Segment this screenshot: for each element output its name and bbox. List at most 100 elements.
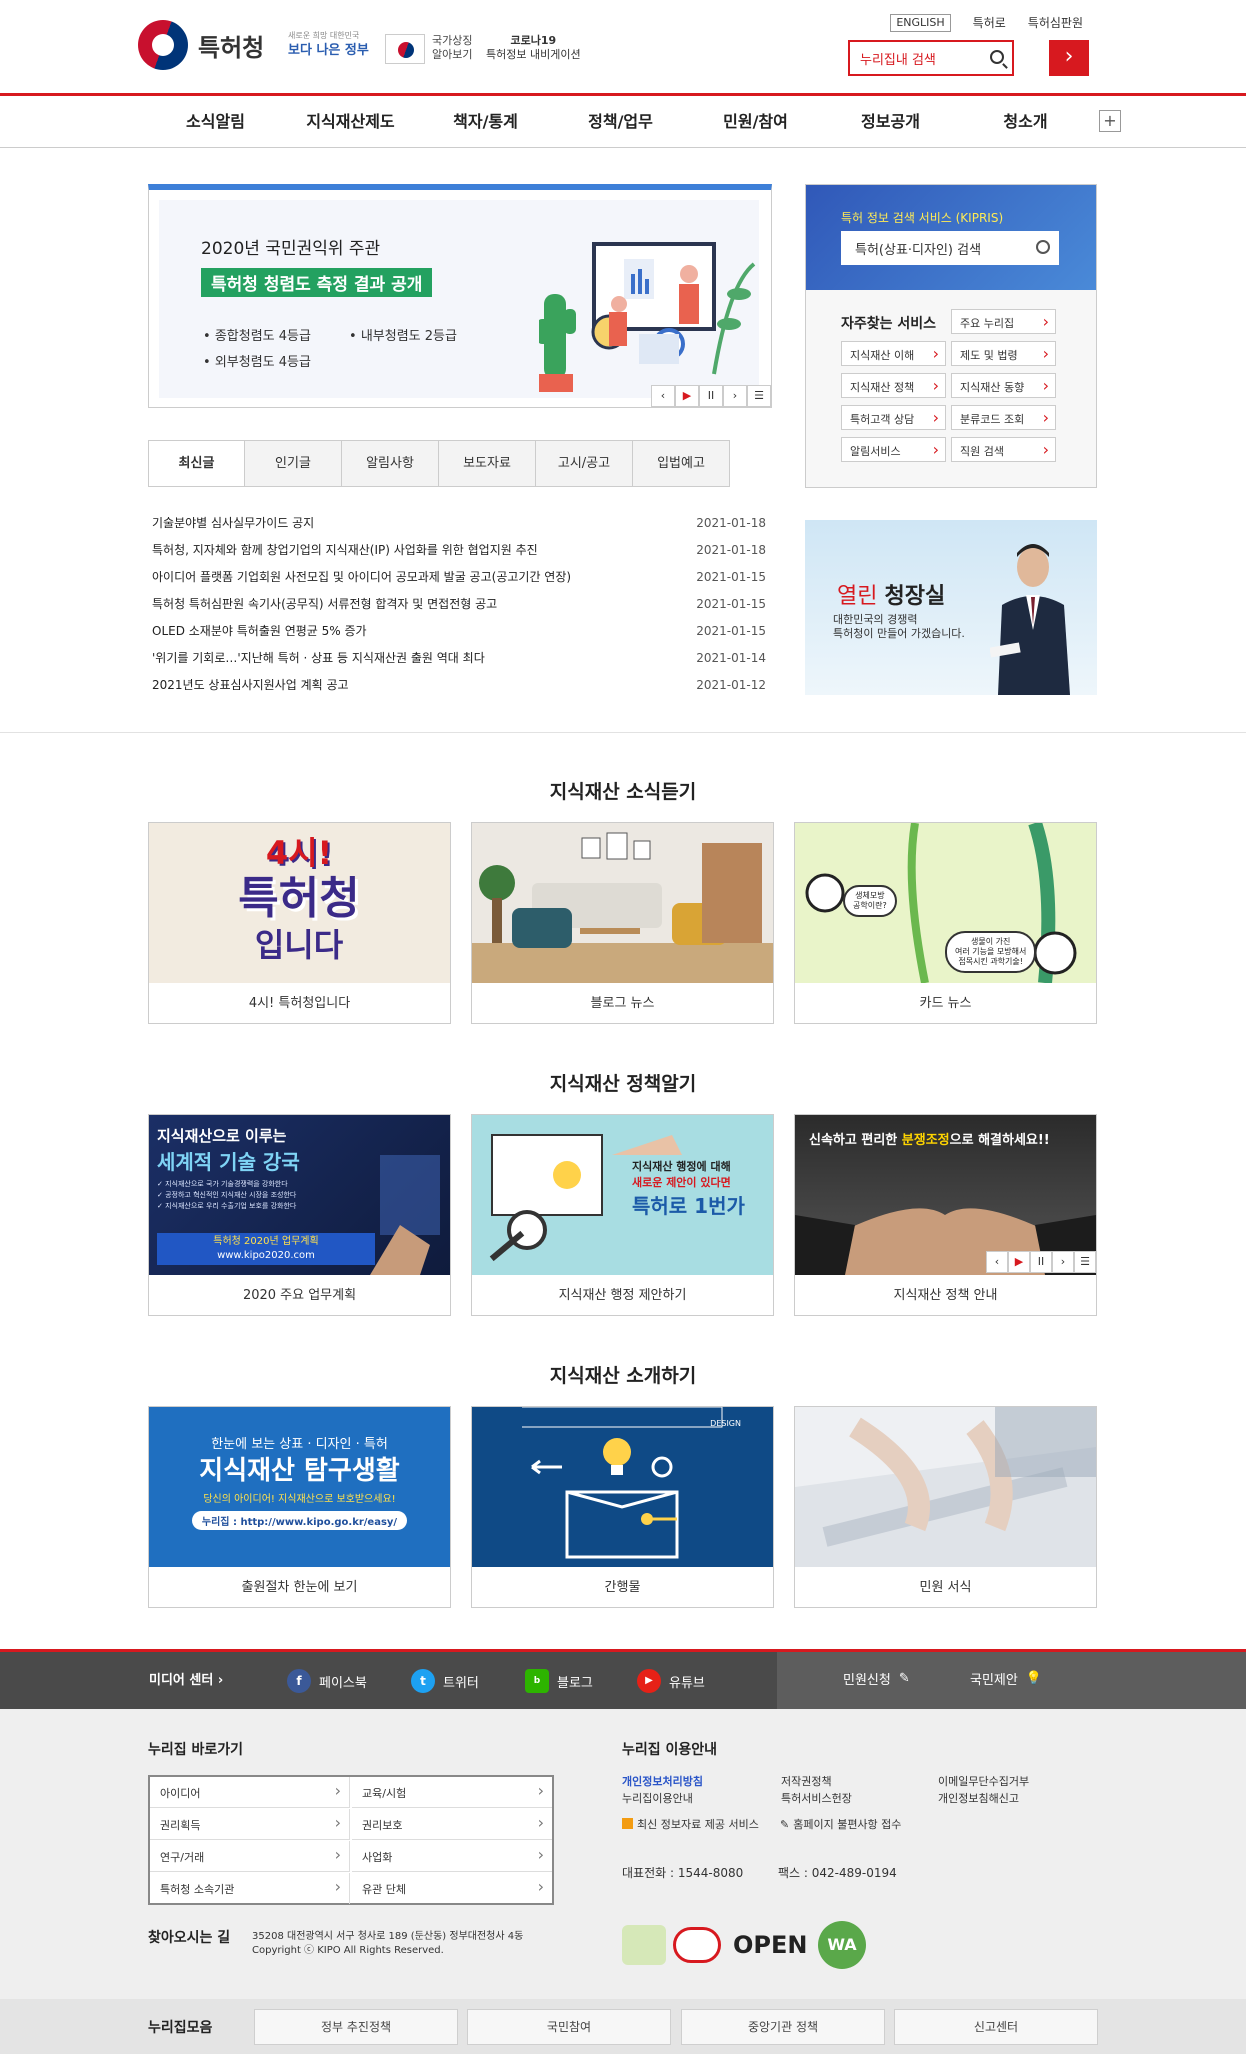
search-icon[interactable] [990,50,1004,64]
tab-press[interactable]: 보도자료 [439,440,536,487]
service-staff-search[interactable]: 직원 검색 [951,437,1056,462]
service-notification[interactable]: 알림서비스 [841,437,946,462]
privacy-report-link[interactable]: 개인정보침해신고 [938,1790,1019,1806]
email-refusal-link[interactable]: 이메일무단수집거부 [938,1773,1029,1789]
service-charter-link[interactable]: 특허서비스헌장 [781,1790,852,1806]
card-next-button[interactable]: › [1052,1251,1074,1273]
twitter-link[interactable]: t 트위터 [411,1669,479,1693]
kipris-search-input[interactable]: 특허(상표·디자인) 검색 [841,231,1059,265]
banner-next-button[interactable]: › [723,385,747,407]
card-publications[interactable]: DESIGN 간행물 [471,1406,774,1608]
news-title[interactable]: 특허청 특허심판원 속기사(공무직) 서류전형 합격자 및 면접전형 공고 [152,591,497,618]
national-symbol-link[interactable]: 국가상징 알아보기 [432,34,477,62]
tab-announcement[interactable]: 고시/공고 [536,440,633,487]
nav-civil[interactable]: 민원/참여 [688,96,823,148]
card-proposal[interactable]: 지식재산 행정에 대해 새로운 제안이 있다면 특허로 1번가 지식재산 행정 … [471,1114,774,1316]
banner-list-button[interactable]: ☰ [747,385,771,407]
news-title[interactable]: 특허청, 지자체와 함께 창업기업의 지식재산(IP) 사업화를 위한 협업지원… [152,537,538,564]
card-prev-button[interactable]: ‹ [986,1251,1008,1273]
central-policy-button[interactable]: 중앙기관 정책 [681,2009,885,2045]
card-blog-news[interactable]: 블로그 뉴스 [471,822,774,1024]
tab-popular[interactable]: 인기글 [245,440,342,487]
shortcut-education[interactable]: 교육/시험 [352,1777,552,1808]
card-4pm-kipo[interactable]: 4시! 특허청 입니다 4시! 특허청입니다 [148,822,451,1024]
banner-prev-button[interactable]: ‹ [651,385,675,407]
main-banner[interactable]: 2020년 국민권익위 주관 특허청 청렴도 측정 결과 공개 • 종합청렴도 … [148,184,772,408]
service-law[interactable]: 제도 및 법령 [951,341,1056,366]
national-flag-icon[interactable] [385,34,425,64]
news-title[interactable]: '위기를 기회로…'지난해 특허 · 상표 등 지식재산권 출원 역대 최다 [152,645,485,672]
nav-disclosure[interactable]: 정보공개 [823,96,958,148]
nav-news[interactable]: 소식알림 [148,96,283,148]
card-pause-button[interactable]: II [1030,1251,1052,1273]
site-search-input[interactable]: 누리집내 검색 [848,40,1014,76]
service-ip-understand[interactable]: 지식재산 이해 [841,341,946,366]
gov-slogan[interactable]: 새로운 희망 대한민국 보다 나은 정부 [288,28,369,58]
report-center-button[interactable]: 신고센터 [894,2009,1098,2045]
english-link[interactable]: ENGLISH [890,14,951,32]
covid-navigation-link[interactable]: 코로나19 특허정보 내비게이션 [486,34,581,62]
search-go-button[interactable]: › [1049,40,1089,76]
shortcut-idea[interactable]: 아이디어 [150,1777,350,1808]
card-card-news[interactable]: 생체모방 공학이란? 생물이 가진 여러 기능을 모방해서 접목시킨 과학기술!… [794,822,1097,1024]
card-list-button[interactable]: ☰ [1074,1251,1096,1273]
news-title[interactable]: 아이디어 플랫폼 기업회원 사전모집 및 아이디어 공모과제 발굴 공고(공고기… [152,564,571,591]
privacy-policy-link[interactable]: 개인정보처리방침 [622,1773,703,1789]
card-work-plan[interactable]: 지식재산으로 이루는 세계적 기술 강국 ✓ 지식재산으로 국가 기술경쟁력을 … [148,1114,451,1316]
news-title[interactable]: OLED 소재분야 특허출원 연평균 5% 증가 [152,618,367,645]
banner-pause-button[interactable]: II [699,385,723,407]
shortcut-related-orgs[interactable]: 유관 단체 [352,1873,552,1904]
tab-notice[interactable]: 알림사항 [342,440,439,487]
card-policy-guide[interactable]: 신속하고 편리한 분쟁조정으로 해결하세요!! ‹ ▶ II › ☰ 지식재산 … [794,1114,1097,1316]
list-item[interactable]: OLED 소재분야 특허출원 연평균 5% 증가 2021-01-15 [152,618,766,645]
participation-button[interactable]: 국민참여 [467,2009,671,2045]
service-classification[interactable]: 분류코드 조회 [951,405,1056,430]
card-application-process[interactable]: 한눈에 보는 상표 · 디자인 · 특허 지식재산 탐구생활 당신의 아이디어!… [148,1406,451,1608]
site-guide-link[interactable]: 누리집이용안내 [622,1790,693,1806]
civil-apply-link[interactable]: 민원신청 ✎ [843,1669,910,1688]
shortcut-acquisition[interactable]: 권리획득 [150,1809,350,1840]
patent-ro-link[interactable]: 특허로 [973,14,1006,32]
youtube-link[interactable]: ▶ 유튜브 [637,1669,705,1693]
shortcut-affiliates[interactable]: 특허청 소속기관 [150,1873,350,1904]
service-ip-trend[interactable]: 지식재산 동향 [951,373,1056,398]
open-commissioner-banner[interactable]: 열린 청장실 대한민국의 경쟁력 특허청이 만들어 가겠습니다. [805,520,1097,695]
gov-policy-button[interactable]: 정부 추진정책 [254,2009,458,2045]
nav-about[interactable]: 청소개 [958,96,1093,148]
news-title[interactable]: 2021년도 상표심사지원사업 계획 공고 [152,672,349,699]
nav-policy[interactable]: 정책/업무 [553,96,688,148]
banner-play-button[interactable]: ▶ [675,385,699,407]
shortcut-business[interactable]: 사업화 [352,1841,552,1872]
list-item[interactable]: 2021년도 상표심사지원사업 계획 공고 2021-01-12 [152,672,766,699]
service-ip-policy[interactable]: 지식재산 정책 [841,373,946,398]
nav-more-button[interactable]: + [1099,110,1121,132]
ipt-link[interactable]: 특허심판원 [1028,14,1083,32]
list-item[interactable]: 아이디어 플랫폼 기업회원 사전모집 및 아이디어 공모과제 발굴 공고(공고기… [152,564,766,591]
facebook-link[interactable]: f 페이스북 [287,1669,367,1693]
list-item[interactable]: 기술분야별 심사실무가이드 공지 2021-01-18 [152,510,766,537]
kipo-logo[interactable]: 특허청 [138,20,264,70]
list-item[interactable]: 특허청 특허심판원 속기사(공무직) 서류전형 합격자 및 면접전형 공고 202… [152,591,766,618]
tab-latest[interactable]: 최신글 [148,440,245,487]
card-art-text: 지식재산으로 이루는 [157,1127,287,1145]
news-title[interactable]: 기술분야별 심사실무가이드 공지 [152,510,314,537]
list-item[interactable]: 특허청, 지자체와 함께 창업기업의 지식재산(IP) 사업화를 위한 협업지원… [152,537,766,564]
copyright-policy-link[interactable]: 저작권정책 [781,1773,832,1789]
service-counsel[interactable]: 특허고객 상담 [841,405,946,430]
shortcut-research[interactable]: 연구/거래 [150,1841,350,1872]
nav-publications[interactable]: 책자/통계 [418,96,553,148]
nav-ip-system[interactable]: 지식재산제도 [283,96,418,148]
tab-legislation[interactable]: 입법예고 [633,440,730,487]
service-main-sites[interactable]: 주요 누리집 [951,309,1056,334]
blog-link[interactable]: b 블로그 [525,1669,593,1693]
card-art-text: 생물이 가진 [970,937,1011,946]
card-civil-forms[interactable]: 민원 서식 [794,1406,1097,1608]
card-play-button[interactable]: ▶ [1008,1251,1030,1273]
list-item[interactable]: '위기를 기회로…'지난해 특허 · 상표 등 지식재산권 출원 역대 최다 20… [152,645,766,672]
complaint-link[interactable]: ✎ 홈페이지 불편사항 접수 [780,1816,901,1832]
public-proposal-link[interactable]: 국민제안 💡 [970,1669,1042,1688]
rss-link[interactable]: 최신 정보자료 제공 서비스 [622,1816,759,1832]
media-center-link[interactable]: 미디어 센터 › [149,1669,223,1688]
search-icon[interactable] [1036,240,1050,254]
shortcut-protection[interactable]: 권리보호 [352,1809,552,1840]
